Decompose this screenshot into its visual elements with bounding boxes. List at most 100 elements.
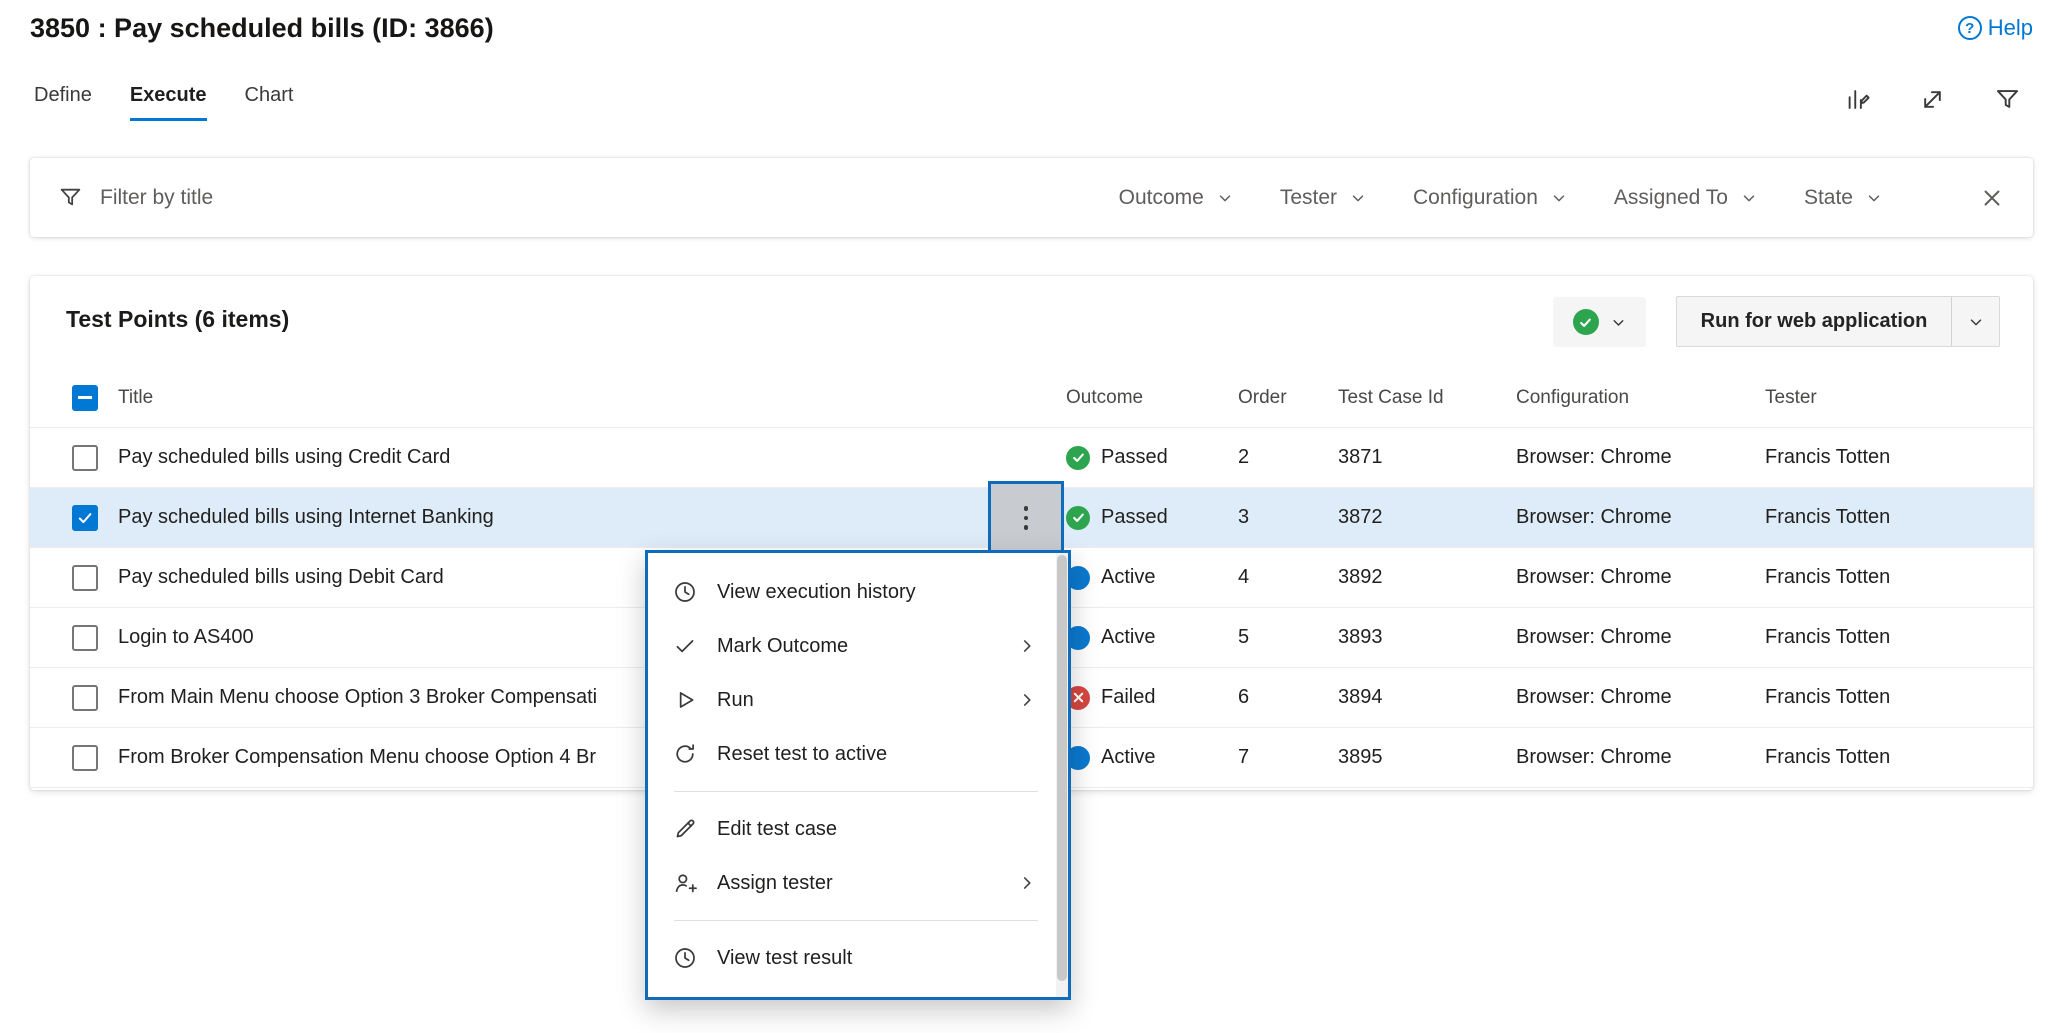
select-all-checkbox[interactable] <box>72 385 98 411</box>
page-title: 3850 : Pay scheduled bills (ID: 3866) <box>30 13 494 44</box>
filter-dropdown-tester[interactable]: Tester <box>1280 186 1367 210</box>
filter-dropdown-configuration[interactable]: Configuration <box>1413 186 1568 210</box>
menu-item-view-execution-history[interactable]: View execution history <box>648 565 1068 619</box>
row-context-menu-button[interactable] <box>988 481 1064 555</box>
tab-execute[interactable]: Execute <box>130 84 207 121</box>
menu-item-view-test-result[interactable]: View test result <box>648 931 1068 985</box>
run-button-dropdown[interactable] <box>1951 297 1999 346</box>
filter-outcome-label: Outcome <box>1119 186 1204 210</box>
row-tester: Francis Totten <box>1765 428 1890 487</box>
filter-by-title-input[interactable] <box>100 186 700 210</box>
filter-dropdown-outcome[interactable]: Outcome <box>1119 186 1234 210</box>
filter-tester-label: Tester <box>1280 186 1337 210</box>
more-options-icon <box>1024 506 1029 530</box>
chevron-down-icon <box>1740 189 1758 207</box>
tab-actions <box>1844 86 2021 113</box>
filter-dropdown-state[interactable]: State <box>1804 186 1883 210</box>
menu-item-label: View test result <box>717 947 852 970</box>
chevron-down-icon <box>1610 314 1627 331</box>
close-filter-icon[interactable] <box>1979 185 2005 211</box>
column-header-test-case-id[interactable]: Test Case Id <box>1338 368 1444 427</box>
chevron-right-icon <box>1016 872 1038 894</box>
row-configuration: Browser: Chrome <box>1516 488 1672 547</box>
row-checkbox[interactable] <box>72 445 98 471</box>
menu-item-assign-tester[interactable]: Assign tester <box>648 856 1068 910</box>
row-outcome: Active <box>1101 626 1155 649</box>
chevron-down-icon <box>1216 189 1234 207</box>
row-checkbox[interactable] <box>72 685 98 711</box>
menu-item-label: Run <box>717 689 754 712</box>
row-outcome: Passed <box>1101 506 1168 529</box>
passed-outcome-icon <box>1573 309 1599 335</box>
menu-item-label: Edit test case <box>717 818 837 841</box>
assign-tester-icon <box>672 870 699 896</box>
panel-title: Test Points (6 items) <box>66 306 289 333</box>
tab-define[interactable]: Define <box>34 84 92 121</box>
menu-item-label: View execution history <box>717 581 916 604</box>
filter-assigned-to-label: Assigned To <box>1614 186 1728 210</box>
menu-item-edit-test-case[interactable]: Edit test case <box>648 802 1068 856</box>
passed-outcome-icon <box>1066 446 1090 470</box>
chevron-down-icon <box>1349 189 1367 207</box>
table-row[interactable]: Pay scheduled bills using Internet Banki… <box>30 488 2033 548</box>
run-for-web-application-button[interactable]: Run for web application <box>1677 297 1951 346</box>
column-options-icon[interactable] <box>1844 86 1871 113</box>
row-test-case-id: 3894 <box>1338 668 1383 727</box>
filter-dropdown-assigned-to[interactable]: Assigned To <box>1614 186 1758 210</box>
row-tester: Francis Totten <box>1765 668 1890 727</box>
tab-chart-label: Chart <box>245 84 294 106</box>
column-header-order[interactable]: Order <box>1238 368 1287 427</box>
run-button-label: Run for web application <box>1701 310 1928 333</box>
chevron-right-icon <box>1016 635 1038 657</box>
scrollbar-thumb[interactable] <box>1057 555 1067 981</box>
filter-toggle-icon[interactable] <box>1994 86 2021 113</box>
row-checkbox[interactable] <box>72 625 98 651</box>
filter-funnel-icon <box>58 185 83 210</box>
help-link[interactable]: ? Help <box>1958 15 2033 41</box>
menu-item-reset-test-to-active[interactable]: Reset test to active <box>648 727 1068 781</box>
chevron-down-icon <box>1865 189 1883 207</box>
filter-state-label: State <box>1804 186 1853 210</box>
row-outcome: Passed <box>1101 446 1168 469</box>
row-order: 3 <box>1238 488 1249 547</box>
column-header-title[interactable]: Title <box>118 368 963 427</box>
outcome-filter-button[interactable] <box>1553 297 1646 347</box>
row-configuration: Browser: Chrome <box>1516 608 1672 667</box>
column-header-outcome[interactable]: Outcome <box>1066 368 1143 427</box>
column-header-tester[interactable]: Tester <box>1765 368 1817 427</box>
history-icon <box>672 945 699 971</box>
row-test-case-id: 3893 <box>1338 608 1383 667</box>
table-row[interactable]: Pay scheduled bills using Credit Card Pa… <box>30 428 2033 488</box>
row-title: Pay scheduled bills using Credit Card <box>118 428 963 487</box>
row-test-case-id: 3892 <box>1338 548 1383 607</box>
menu-item-run[interactable]: Run <box>648 673 1068 727</box>
row-outcome: Failed <box>1101 686 1155 709</box>
chevron-right-icon <box>1016 689 1038 711</box>
tab-execute-label: Execute <box>130 84 207 106</box>
row-configuration: Browser: Chrome <box>1516 668 1672 727</box>
tab-chart[interactable]: Chart <box>245 84 294 121</box>
row-order: 6 <box>1238 668 1249 727</box>
menu-item-mark-outcome[interactable]: Mark Outcome <box>648 619 1068 673</box>
menu-item-label: Assign tester <box>717 872 833 895</box>
row-order: 7 <box>1238 728 1249 787</box>
help-label: Help <box>1988 15 2033 41</box>
row-checkbox[interactable] <box>72 505 98 531</box>
row-order: 4 <box>1238 548 1249 607</box>
column-header-configuration[interactable]: Configuration <box>1516 368 1629 427</box>
row-outcome: Active <box>1101 566 1155 589</box>
reset-icon <box>672 741 699 767</box>
row-tester: Francis Totten <box>1765 608 1890 667</box>
menu-item-label: Reset test to active <box>717 743 887 766</box>
fullscreen-icon[interactable] <box>1919 86 1946 113</box>
row-checkbox[interactable] <box>72 565 98 591</box>
row-checkbox[interactable] <box>72 745 98 771</box>
row-tester: Francis Totten <box>1765 728 1890 787</box>
passed-outcome-icon <box>1066 506 1090 530</box>
row-order: 2 <box>1238 428 1249 487</box>
row-configuration: Browser: Chrome <box>1516 548 1672 607</box>
menu-scrollbar[interactable] <box>1056 553 1068 997</box>
run-split-button: Run for web application <box>1676 296 2000 347</box>
menu-divider <box>674 791 1038 792</box>
table-header-row: Title Outcome Order Test Case Id Configu… <box>30 368 2033 428</box>
